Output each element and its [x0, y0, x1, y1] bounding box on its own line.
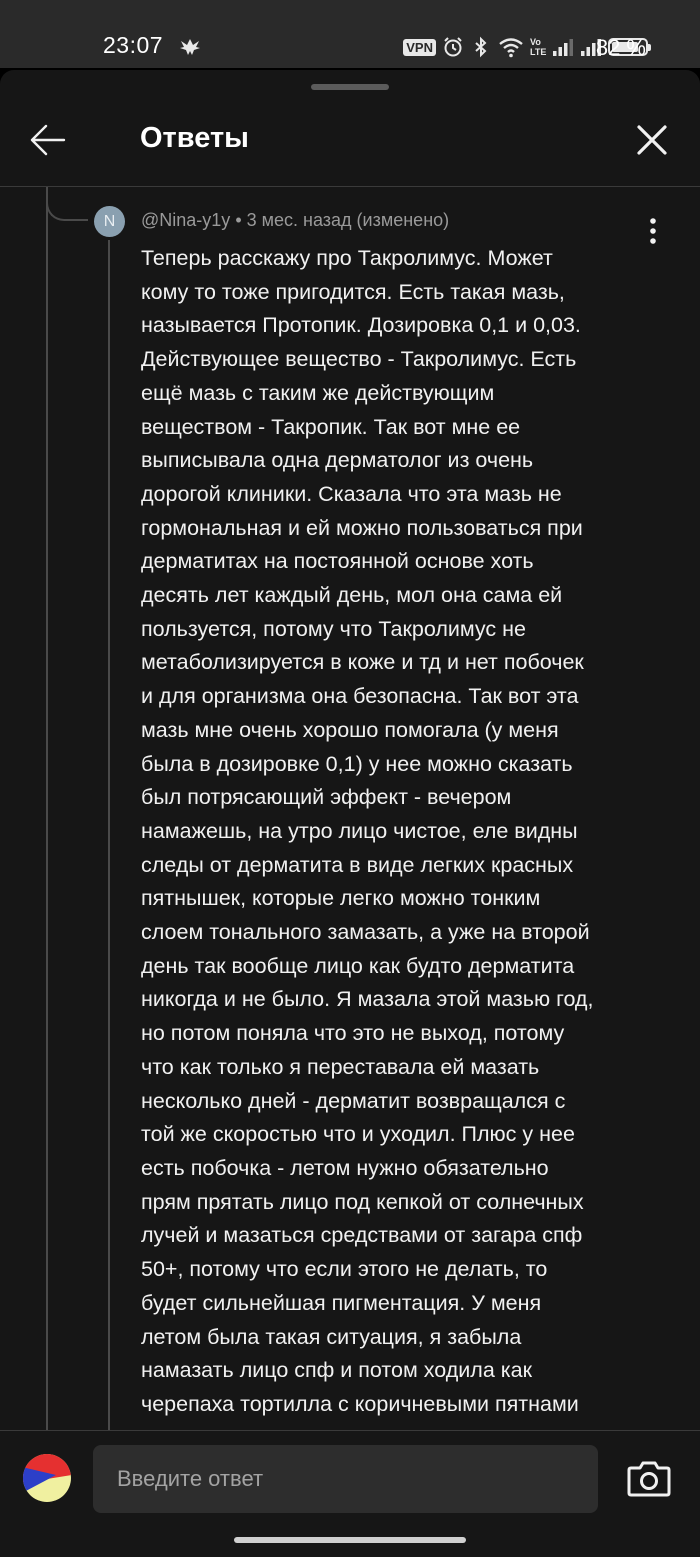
comment-line: следы от дерматита в виде легких красных [141, 852, 574, 877]
comment-line: намажешь, на утро лицо чистое, еле видны [141, 818, 578, 843]
bird-icon [180, 39, 200, 55]
comment-line: дерматитах на постоянной основе хоть [141, 549, 534, 574]
comment-line: той же скоростью что и уходил. Плюс у не… [141, 1122, 575, 1147]
comment-line: называется Протопик. Дозировка 0,1 и 0,0… [141, 313, 581, 338]
comment-line: прям прятать лицо под кепкой от солнечны… [141, 1189, 584, 1214]
signal-icon [553, 39, 573, 56]
comment-line: намазать лицо спф и потом ходила как [141, 1358, 532, 1383]
comment-line: была в дозировке 0,1) у нее можно сказат… [141, 751, 573, 776]
comment-line: метаболизируется в коже и тд и нет побоч… [141, 650, 584, 675]
avatar[interactable]: N [94, 206, 125, 237]
camera-icon[interactable] [626, 1459, 672, 1499]
back-arrow-icon[interactable] [26, 118, 70, 162]
reply-input[interactable] [93, 1445, 598, 1513]
volte-label: Vo LTE [530, 37, 547, 57]
comment-line: 50+, потому что если этого не делать, то [141, 1257, 548, 1282]
page-title: Ответы [140, 122, 249, 154]
comment-line: что как только я переставала ей мазать [141, 1054, 540, 1079]
bluetooth-icon [475, 36, 487, 58]
comment-line: и для организма она безопасна. Так вот э… [141, 684, 579, 709]
battery-percent: 82 % [595, 35, 646, 60]
sheet-header: Ответы [0, 98, 700, 186]
reply-thread-line[interactable] [108, 240, 110, 1432]
thread-line [46, 187, 48, 1432]
comment-line: был потрясающий эффект - вечером [141, 785, 512, 810]
comment-line: гормональная и ей можно пользоваться при [141, 515, 583, 540]
status-time: 23:07 [103, 32, 164, 58]
alarm-icon [444, 37, 462, 57]
comment-author[interactable]: @Nina-y1y [141, 210, 230, 230]
comment-line: будет сильнейшая пигментация. У меня [141, 1290, 542, 1315]
comment-line: выписывала одна дерматолог из очень [141, 448, 534, 473]
comment-line: дорогой клиники. Сказала что эта мазь не [141, 481, 562, 506]
user-avatar-icon[interactable] [22, 1453, 72, 1503]
comment-line: кому то тоже пригодится. Есть такая мазь… [141, 279, 565, 304]
comment-line: Действующее вещество - Такролимус. Есть [141, 347, 577, 372]
header-divider [0, 186, 700, 187]
vpn-badge: VPN [403, 38, 436, 56]
close-icon[interactable] [632, 120, 672, 160]
replies-sheet: Ответы N @Nina-y1y • 3 мес. назад (измен… [0, 70, 700, 1556]
comment-line: никогда и не было. Я мазала этой мазью г… [141, 987, 594, 1012]
comment-line: пятнышек, которые легко можно тонким [141, 886, 541, 911]
comment-line: день так вообще лицо как будто дерматита [141, 953, 575, 978]
comment-time: 3 мес. назад (изменено) [246, 210, 450, 230]
comment-line: несколько дней - дерматит возвращался с [141, 1088, 566, 1113]
comment-line: пользуется, потому что Такролимус не [141, 616, 526, 641]
comment-line: веществом - Такропик. Так вот мне ее [141, 414, 521, 439]
home-indicator[interactable] [234, 1537, 466, 1543]
reply-bar [0, 1430, 700, 1557]
comment-meta: @Nina-y1y • 3 мес. назад (изменено) [141, 210, 449, 231]
comment-line: лучей и мазаться средствами от загара сп… [141, 1223, 583, 1248]
thread-connector [46, 187, 88, 221]
comment-line: черепаха тортилла с коричневыми пятнами [141, 1391, 579, 1416]
comment-line: есть побочка - летом нужно обязательно [141, 1155, 549, 1180]
comment-line: десять лет каждый день, мол она сама ей [141, 583, 563, 608]
wifi-icon [499, 38, 523, 58]
meta-separator: • [235, 210, 242, 230]
comment-text: Теперь расскажу про Такролимус. Может ком… [141, 242, 661, 1430]
comment-line: слоем тонального замазать, а уже на втор… [141, 920, 590, 945]
comment-line: ещё мазь с таким же действующим [141, 380, 495, 405]
comment-line: мазь мне очень хорошо помогала (у меня [141, 717, 559, 742]
drag-handle[interactable] [311, 84, 389, 90]
status-bar: 23:07 VPN Vo LTE 82 % [0, 0, 700, 68]
comment-line: но потом поняла что это не выход, потому [141, 1021, 565, 1046]
comment-line: Теперь расскажу про Такролимус. Может [141, 246, 553, 270]
comment-line: летом была такая ситуация, я забыла [141, 1324, 522, 1349]
